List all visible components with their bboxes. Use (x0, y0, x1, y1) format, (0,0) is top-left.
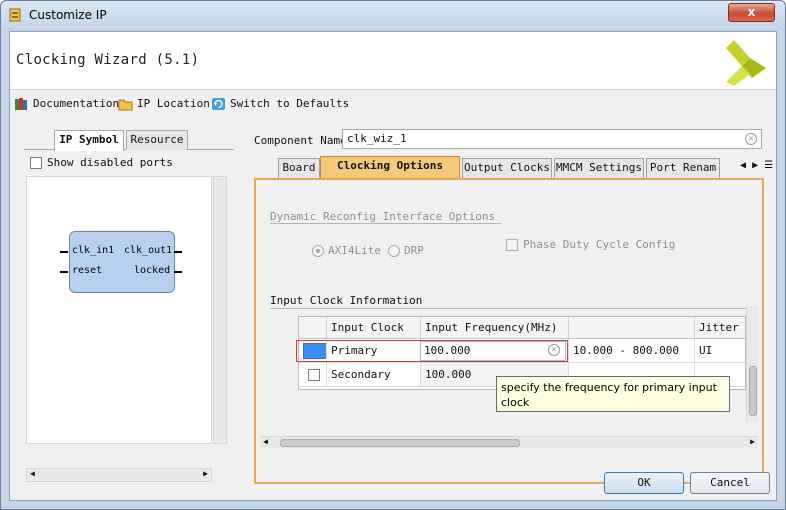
primary-frequency-input[interactable]: 100.000 (420, 341, 566, 361)
tab-prev-icon[interactable]: ◀ (740, 160, 746, 171)
radio-axi4lite-label: AXI4Lite (328, 244, 381, 257)
header: Clocking Wizard (5.1) (10, 32, 776, 90)
input-clock-heading: Input Clock Information (270, 294, 423, 307)
right-panel: Component Name clk_wiz_1 × Board Clockin… (254, 128, 774, 488)
scroll-right-arrow-icon[interactable]: ▶ (203, 469, 208, 478)
content-horizontal-scrollbar[interactable]: ◀ ▶ (260, 436, 758, 448)
table-header-select (299, 317, 327, 339)
label-locked: locked (134, 265, 171, 276)
page-title: Clocking Wizard (5.1) (16, 52, 200, 68)
refresh-icon (212, 98, 225, 110)
table-header-input-frequency: Input Frequency(MHz) (421, 317, 569, 339)
close-button[interactable]: x (728, 3, 775, 22)
tab-clocking-options[interactable]: Clocking Options (320, 156, 460, 178)
section-divider (270, 308, 746, 309)
dynamic-reconfig-heading: Dynamic Reconfig Interface Options (270, 210, 502, 224)
documentation-button[interactable]: Documentation (14, 96, 119, 112)
ip-location-button[interactable]: IP Location (118, 96, 210, 112)
folder-icon (118, 99, 133, 111)
scroll-left-arrow-icon[interactable]: ◀ (30, 469, 35, 478)
tab-ip-symbol[interactable]: IP Symbol (54, 130, 124, 151)
label-reset: reset (72, 265, 103, 276)
show-disabled-ports-label: Show disabled ports (47, 156, 173, 169)
customize-ip-window: Customize IP x Clocking Wizard (5.1) Doc… (0, 0, 786, 510)
table-header-jitter: Jitter O (695, 317, 745, 339)
hscroll-right-icon[interactable]: ▶ (750, 437, 755, 446)
phase-duty-cycle-label: Phase Duty Cycle Config (523, 238, 676, 251)
label-clk-in1: clk_in1 (72, 245, 115, 256)
primary-jitter-cell[interactable]: UI (695, 339, 745, 363)
horizontal-scroll-thumb[interactable] (280, 439, 520, 447)
frequency-clear-icon[interactable]: × (548, 344, 560, 356)
tab-output-clocks[interactable]: Output Clocks (462, 158, 552, 178)
vertical-scroll-thumb[interactable] (749, 366, 757, 416)
switch-defaults-label: Switch to Defaults (230, 97, 350, 110)
ip-location-label: IP Location (137, 97, 210, 110)
pin-locked (174, 271, 182, 273)
pin-clk-out1 (174, 251, 182, 253)
pin-clk-in1 (60, 251, 68, 253)
ip-symbol-block: clk_in1 reset clk_out1 locked (60, 231, 182, 293)
tab-list-icon[interactable]: ☰ (764, 160, 773, 171)
left-panel: IP Symbol Resource Show disabled ports c… (24, 128, 234, 486)
left-vertical-scrollbar[interactable] (213, 176, 227, 444)
component-name-value: clk_wiz_1 (347, 132, 407, 145)
phase-duty-cycle-row[interactable]: Phase Duty Cycle Config (506, 238, 675, 252)
toolbar: Documentation IP Location Switch to Defa… (10, 92, 776, 116)
frequency-tooltip: specify the frequency for primary input … (496, 376, 730, 412)
tab-resource[interactable]: Resource (126, 130, 188, 150)
hscroll-left-icon[interactable]: ◀ (263, 437, 268, 446)
table-row[interactable] (299, 363, 327, 387)
show-disabled-ports-checkbox[interactable] (30, 157, 42, 169)
ip-symbol-canvas[interactable]: clk_in1 reset clk_out1 locked (26, 176, 212, 444)
show-disabled-ports-row[interactable]: Show disabled ports (30, 156, 173, 170)
radio-drp-indicator[interactable] (388, 245, 400, 257)
radio-drp-label: DRP (404, 244, 424, 257)
secondary-enable-checkbox[interactable] (308, 369, 320, 381)
title-bar[interactable]: Customize IP x (1, 1, 785, 31)
tab-next-icon[interactable]: ▶ (752, 160, 758, 171)
xilinx-logo-icon (726, 40, 766, 86)
radio-axi4lite[interactable]: AXI4Lite (312, 244, 381, 258)
tab-scroll-controls: ◀ ▶ ☰ (740, 160, 776, 174)
radio-axi4lite-indicator[interactable] (312, 245, 324, 257)
table-vertical-scrollbar[interactable] (746, 306, 758, 422)
ip-icon (9, 8, 21, 22)
clear-icon[interactable]: × (745, 133, 757, 145)
left-tab-bar: IP Symbol Resource (24, 128, 234, 151)
switch-defaults-button[interactable]: Switch to Defaults (211, 96, 349, 112)
dialog-body: Clocking Wizard (5.1) Documentation IP L… (9, 31, 777, 501)
config-tab-bar: Board Clocking Options Output Clocks MMC… (278, 156, 774, 178)
tab-port-renaming[interactable]: Port Renam (646, 158, 720, 178)
cancel-button[interactable]: Cancel (690, 472, 770, 494)
label-clk-out1: clk_out1 (124, 245, 173, 256)
ok-button[interactable]: OK (604, 472, 684, 494)
left-horizontal-scrollbar[interactable]: ◀ ▶ (26, 468, 212, 482)
documentation-label: Documentation (33, 97, 120, 110)
pin-reset (60, 271, 68, 273)
radio-drp[interactable]: DRP (388, 244, 424, 258)
clocking-options-panel: Dynamic Reconfig Interface Options AXI4L… (254, 178, 764, 484)
tab-mmcm-settings[interactable]: MMCM Settings (554, 158, 644, 178)
tab-board[interactable]: Board (278, 158, 320, 178)
secondary-name-cell: Secondary (327, 363, 421, 387)
component-name-label: Component Name (254, 134, 347, 147)
books-icon (15, 98, 27, 110)
phase-duty-cycle-checkbox[interactable] (506, 239, 518, 251)
window-title: Customize IP (29, 8, 107, 22)
table-header-range (569, 317, 695, 339)
primary-range-cell: 10.000 - 800.000 (569, 339, 695, 363)
component-name-input[interactable]: clk_wiz_1 × (342, 129, 762, 149)
table-header-input-clock: Input Clock (327, 317, 421, 339)
